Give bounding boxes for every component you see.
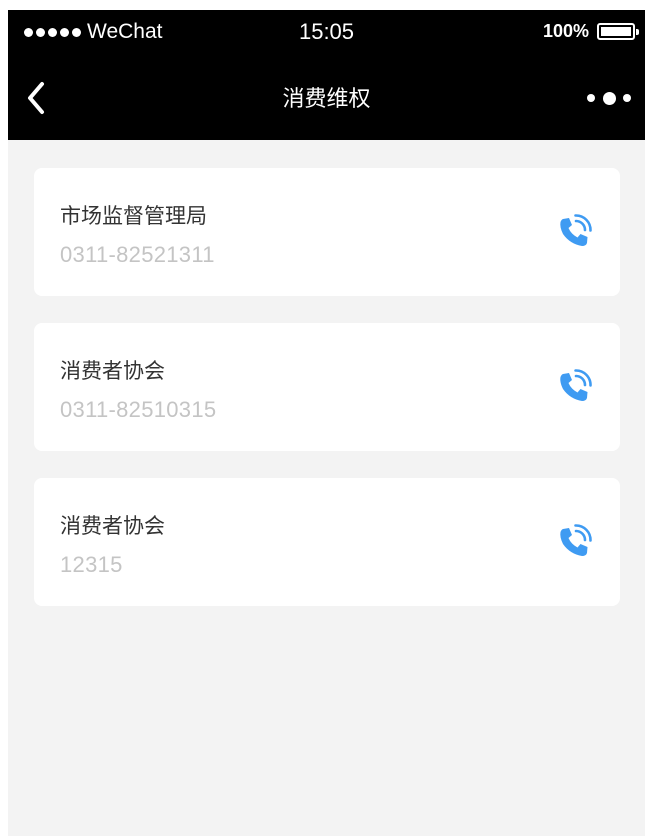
more-button[interactable] [587,90,631,106]
contact-phone: 0311-82510315 [60,397,217,422]
contact-name: 消费者协会 [60,359,165,383]
call-button[interactable] [554,212,594,252]
nav-bar: 消费维权 [8,56,645,140]
contact-list: 市场监督管理局 0311-82521311 消费者协会 0311-8251031… [34,168,620,633]
contact-card[interactable]: 消费者协会 0311-82510315 [34,323,620,451]
contact-phone: 0311-82521311 [60,242,215,267]
phone-call-icon [560,369,592,401]
battery-icon [597,23,639,40]
phone-screen: WeChat 15:05 100% 消费维权 市场监督管理局 0311-8252… [8,10,645,836]
contact-phone: 12315 [60,552,123,577]
more-dots-icon [587,94,595,102]
phone-call-icon [560,214,592,246]
contact-card[interactable]: 市场监督管理局 0311-82521311 [34,168,620,296]
battery-percent: 100% [542,21,589,41]
phone-call-icon [560,524,592,556]
call-button[interactable] [554,367,594,407]
contact-card[interactable]: 消费者协会 12315 [34,478,620,606]
contact-name: 消费者协会 [60,514,165,538]
page-title: 消费维权 [282,87,371,112]
status-bar: WeChat 15:05 100% [8,10,645,56]
contact-name: 市场监督管理局 [60,204,207,228]
battery-status: 100% [542,21,639,42]
call-button[interactable] [554,522,594,562]
